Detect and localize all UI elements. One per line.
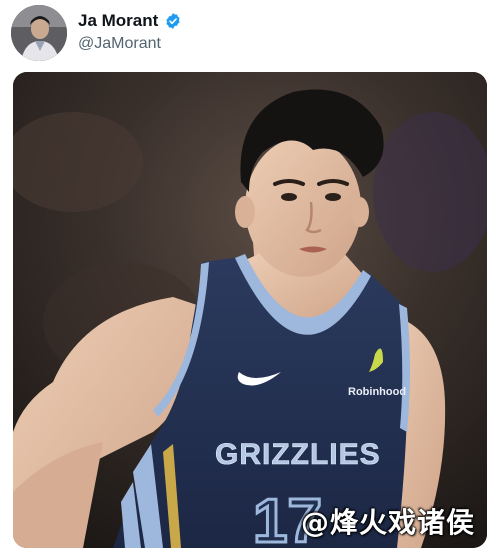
tweet-header: Ja Morant @JaMorant: [0, 0, 500, 70]
watermark-text: @烽火戏诸侯: [300, 506, 475, 539]
profile-avatar-image: [11, 5, 67, 61]
author-handle[interactable]: @JaMorant: [78, 35, 161, 53]
avatar[interactable]: [11, 5, 67, 61]
basketball-player-photo: Robinhood GRIZZLIES 17: [13, 72, 487, 548]
jersey-team-text: GRIZZLIES: [215, 438, 381, 471]
author-name-row: Ja Morant: [78, 10, 182, 32]
author-display-name[interactable]: Ja Morant: [78, 11, 158, 31]
sponsor-text: Robinhood: [348, 386, 406, 398]
tweet-media-photo[interactable]: Robinhood GRIZZLIES 17 @烽火戏诸侯: [13, 72, 487, 548]
verified-badge-icon: [164, 12, 182, 30]
